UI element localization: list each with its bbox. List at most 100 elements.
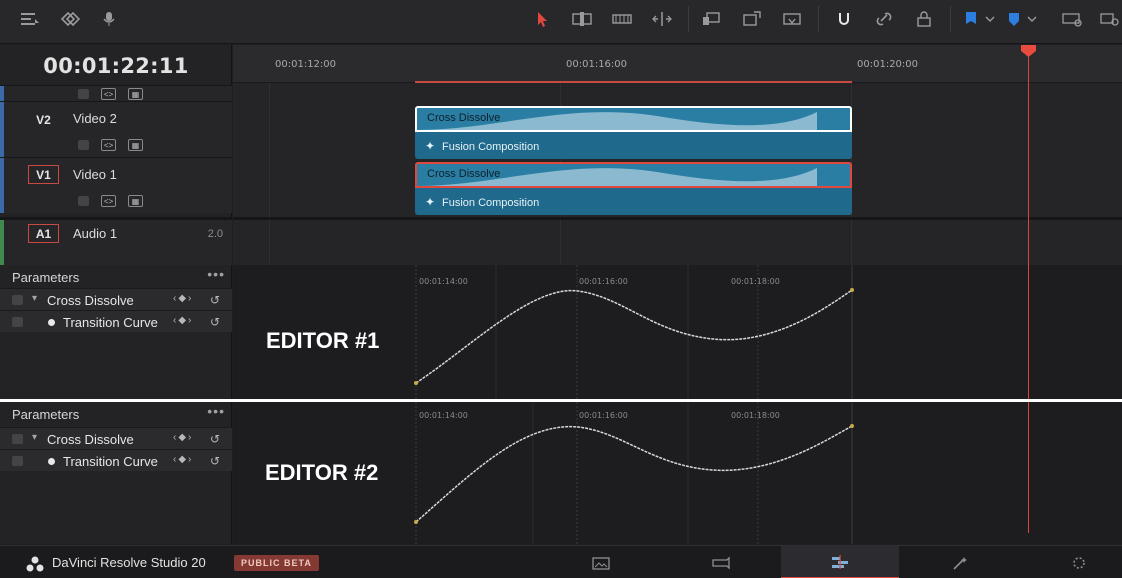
- cut-page-icon[interactable]: [662, 546, 780, 578]
- app-name: DaVinci Resolve Studio 20: [52, 555, 206, 570]
- reset-icon[interactable]: ↺: [210, 432, 220, 446]
- timeline-ruler[interactable]: 00:01:12:00 00:01:16:00 00:01:20:00: [233, 45, 1122, 83]
- media-page-icon[interactable]: [542, 546, 660, 578]
- track-header-v3: <> ▦: [0, 85, 232, 101]
- editor-label: EDITOR #1: [266, 328, 380, 353]
- reset-icon[interactable]: ↺: [210, 454, 220, 468]
- blade-icon[interactable]: [608, 8, 636, 30]
- lock-icon[interactable]: [12, 317, 23, 327]
- edit-page-icon[interactable]: [781, 546, 899, 578]
- timecode-display[interactable]: 00:01:22:11: [0, 45, 232, 85]
- ruler-tick-label: 00:01:20:00: [857, 59, 919, 70]
- film-icon[interactable]: ▦: [128, 88, 143, 100]
- replace-icon[interactable]: [778, 8, 806, 30]
- grid-line: [269, 83, 270, 265]
- curve-graph-area[interactable]: 00:01:14:00 00:01:16:00 00:01:18:00 EDIT…: [233, 402, 1122, 544]
- film-icon[interactable]: ▦: [128, 195, 143, 207]
- lock-icon[interactable]: [910, 8, 938, 30]
- more-options-icon[interactable]: •••: [207, 266, 225, 282]
- chevron-down-icon[interactable]: ▾: [32, 432, 37, 443]
- snapping-icon[interactable]: [830, 8, 858, 30]
- lock-icon[interactable]: [12, 295, 23, 305]
- track-header-a1: A1 Audio 1 2.0: [0, 217, 232, 265]
- in-out-range: [415, 81, 852, 83]
- lock-icon[interactable]: [78, 196, 89, 206]
- fusion-sparkle-icon: ✦: [425, 195, 436, 209]
- voiceover-icon[interactable]: [96, 8, 124, 30]
- track-name-v1[interactable]: Video 1: [73, 167, 117, 182]
- track-name-a1[interactable]: Audio 1: [73, 226, 117, 241]
- lock-icon[interactable]: [12, 456, 23, 466]
- track-color-stripe: [0, 102, 4, 157]
- auto-select-icon[interactable]: <>: [101, 195, 116, 207]
- track-divider: [233, 217, 1122, 220]
- link-icon[interactable]: [870, 8, 898, 30]
- transition-v1[interactable]: Cross Dissolve: [415, 162, 852, 188]
- track-color-stripe: [0, 158, 4, 213]
- trim-icon[interactable]: [568, 8, 596, 30]
- param-row[interactable]: Transition Curve ‹◆› ↺: [0, 310, 232, 332]
- timeline-view-icon[interactable]: [16, 8, 44, 30]
- param-group-name: Cross Dissolve: [47, 432, 134, 447]
- dynamic-trim-icon[interactable]: [648, 8, 676, 30]
- toolbar-divider: [818, 6, 819, 32]
- track-id-a1[interactable]: A1: [28, 224, 59, 243]
- fairlight-page-icon[interactable]: [1020, 546, 1122, 578]
- track-header-v1: V1 Video 1 <> ▦: [0, 157, 232, 213]
- timeline-toolbar: [0, 0, 1122, 44]
- transition-v2[interactable]: Cross Dissolve: [415, 106, 852, 132]
- parameters-title: Parameters: [12, 270, 80, 285]
- auto-select-icon[interactable]: <>: [101, 88, 116, 100]
- keyframe-nav-icon[interactable]: ‹◆›: [173, 432, 193, 443]
- track-volume: 2.0: [207, 228, 223, 240]
- param-group-name: Cross Dissolve: [47, 293, 134, 308]
- toolbar-divider: [688, 6, 689, 32]
- keyframe-nav-icon[interactable]: ‹◆›: [173, 454, 193, 465]
- param-row[interactable]: Transition Curve ‹◆› ↺: [0, 449, 232, 471]
- track-color-stripe: [0, 86, 4, 101]
- clip-v2[interactable]: Cross Dissolve ✦ Fusion Composition: [415, 106, 852, 159]
- film-icon[interactable]: ▦: [128, 139, 143, 151]
- zoom-icon[interactable]: [1096, 8, 1122, 30]
- ruler-tick-label: 00:01:12:00: [275, 59, 337, 70]
- keyboard-icon[interactable]: [1058, 8, 1086, 30]
- lock-icon[interactable]: [12, 434, 23, 444]
- track-color-stripe: [0, 220, 4, 265]
- lock-icon[interactable]: [78, 89, 89, 99]
- track-name-v2[interactable]: Video 2: [73, 111, 117, 126]
- fusion-sparkle-icon: ✦: [425, 139, 436, 153]
- param-group-row[interactable]: ▾ Cross Dissolve ‹◆› ↺: [0, 288, 232, 310]
- track-id-v1[interactable]: V1: [28, 165, 59, 184]
- layers-icon[interactable]: [56, 8, 84, 30]
- playhead[interactable]: [1028, 45, 1029, 533]
- page-navigation-bar: DaVinci Resolve Studio 20 PUBLIC BETA: [0, 545, 1122, 578]
- curve-tick-label: 00:01:16:00: [579, 277, 628, 286]
- davinci-logo-icon: [26, 556, 44, 572]
- param-group-row[interactable]: ▾ Cross Dissolve ‹◆› ↺: [0, 427, 232, 449]
- parameters-panel: Parameters ••• ▾ Cross Dissolve ‹◆› ↺ Tr…: [0, 265, 232, 399]
- reset-icon[interactable]: ↺: [210, 315, 220, 329]
- timeline-area[interactable]: 00:01:12:00 00:01:16:00 00:01:20:00 Cros…: [233, 45, 1122, 265]
- curve-tick-label: 00:01:14:00: [419, 411, 468, 420]
- transition-label: Cross Dissolve: [427, 112, 501, 124]
- chevron-down-icon[interactable]: ▾: [32, 293, 37, 304]
- parameters-title: Parameters: [12, 407, 80, 422]
- parameters-panel: Parameters ••• ▾ Cross Dissolve ‹◆› ↺ Tr…: [0, 402, 232, 544]
- insert-icon[interactable]: [698, 8, 726, 30]
- fusion-page-icon[interactable]: [901, 546, 1019, 578]
- select-arrow-icon[interactable]: [528, 8, 556, 30]
- reset-icon[interactable]: ↺: [210, 293, 220, 307]
- keyframe-nav-icon[interactable]: ‹◆›: [173, 293, 193, 304]
- auto-select-icon[interactable]: <>: [101, 139, 116, 151]
- param-enabled-dot[interactable]: [48, 319, 55, 326]
- lock-icon[interactable]: [78, 140, 89, 150]
- toolbar-divider: [950, 6, 951, 32]
- curve-graph-area[interactable]: 00:01:14:00 00:01:16:00 00:01:18:00 EDIT…: [233, 265, 1122, 399]
- clip-v1[interactable]: Cross Dissolve ✦ Fusion Composition: [415, 162, 852, 215]
- overwrite-icon[interactable]: [738, 8, 766, 30]
- more-options-icon[interactable]: •••: [207, 403, 225, 419]
- keyframe-nav-icon[interactable]: ‹◆›: [173, 315, 193, 326]
- chevron-down-icon[interactable]: [1018, 8, 1046, 30]
- track-id-v2[interactable]: V2: [28, 110, 59, 129]
- param-enabled-dot[interactable]: [48, 458, 55, 465]
